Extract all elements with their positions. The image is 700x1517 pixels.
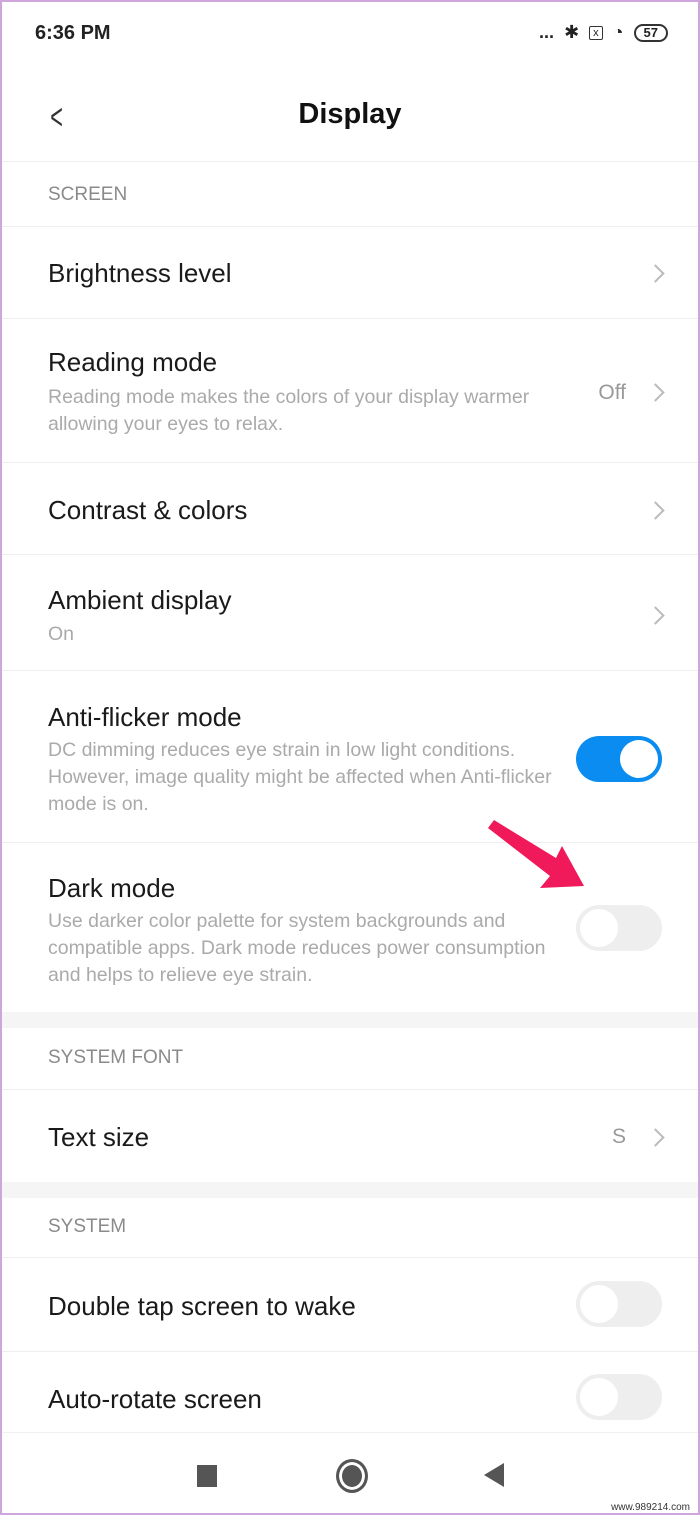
annotation-arrow-icon — [488, 820, 584, 888]
chevron-right-icon — [646, 264, 665, 283]
row-title: Dark mode — [48, 873, 176, 903]
chevron-right-icon — [646, 1128, 665, 1147]
row-brightness[interactable]: Brightness level — [2, 226, 698, 318]
navigation-bar: www.989214.com — [2, 1432, 698, 1517]
row-value: Off — [598, 381, 626, 404]
section-divider — [2, 1012, 698, 1028]
status-bar: 6:36 PM ... ✱ x ◔ 57 — [2, 20, 698, 50]
auto-rotate-toggle[interactable] — [576, 1374, 662, 1420]
chevron-right-icon — [646, 606, 665, 625]
row-subtitle: DC dimming reduces eye strain in low lig… — [48, 739, 552, 815]
section-header-system-font: SYSTEM FONT — [48, 1047, 184, 1068]
row-title: Double tap screen to wake — [48, 1291, 356, 1321]
row-title: Brightness level — [48, 258, 232, 288]
section-divider — [2, 1182, 698, 1198]
row-title: Auto-rotate screen — [48, 1384, 262, 1414]
home-button[interactable] — [336, 1459, 368, 1493]
status-time: 6:36 PM — [35, 22, 111, 44]
recents-button[interactable] — [197, 1465, 217, 1487]
dark-mode-toggle[interactable] — [576, 905, 662, 951]
row-title: Reading mode — [48, 347, 218, 377]
wifi-icon: ◔ — [612, 22, 624, 42]
header: < Display — [2, 82, 698, 162]
row-ambient-display[interactable]: Ambient display On — [2, 554, 698, 670]
chevron-right-icon — [646, 501, 665, 520]
row-contrast[interactable]: Contrast & colors — [2, 462, 698, 554]
row-dark-mode: Dark mode Use darker color palette for s… — [2, 842, 698, 1012]
watermark: www.989214.com — [611, 1502, 690, 1513]
bluetooth-icon: ✱ — [564, 22, 580, 42]
row-anti-flicker: Anti-flicker mode DC dimming reduces eye… — [2, 670, 698, 842]
row-subtitle: On — [48, 623, 75, 645]
row-title: Anti-flicker mode — [48, 702, 242, 732]
row-auto-rotate: Auto-rotate screen — [2, 1351, 698, 1432]
double-tap-toggle[interactable] — [576, 1281, 662, 1327]
more-notifications-icon: ... — [539, 22, 555, 42]
section-header-screen: SCREEN — [48, 184, 128, 205]
row-subtitle: Use darker color palette for system back… — [48, 910, 546, 986]
battery-icon: 57 — [633, 23, 668, 42]
chevron-right-icon — [646, 383, 665, 402]
row-double-tap: Double tap screen to wake — [2, 1257, 698, 1351]
row-reading-mode[interactable]: Reading mode Reading mode makes the colo… — [2, 318, 698, 462]
sim-error-icon: x — [589, 25, 603, 40]
row-title: Ambient display — [48, 585, 232, 615]
row-title: Text size — [48, 1122, 150, 1152]
back-nav-button[interactable] — [484, 1463, 504, 1487]
anti-flicker-toggle[interactable] — [576, 736, 662, 782]
row-title: Contrast & colors — [48, 495, 248, 525]
row-value: S — [611, 1125, 626, 1148]
row-text-size[interactable]: Text size S — [2, 1089, 698, 1182]
section-header-system: SYSTEM — [48, 1216, 127, 1237]
row-subtitle: Reading mode makes the colors of your di… — [48, 386, 530, 435]
page-title: Display — [298, 98, 402, 130]
